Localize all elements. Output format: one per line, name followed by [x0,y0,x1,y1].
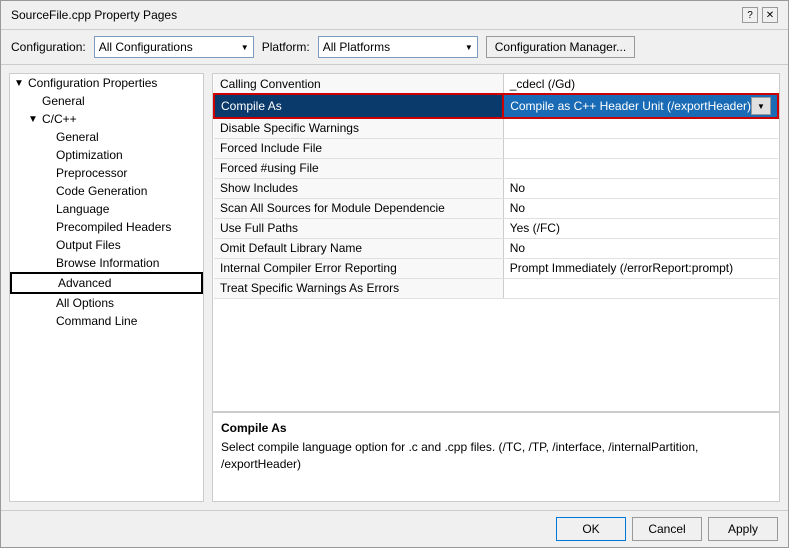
sidebar-item-cpp[interactable]: ▼ C/C++ [10,110,203,128]
sidebar-item-browse-info[interactable]: Browse Information [10,254,203,272]
main-content: ▼ Configuration Properties General ▼ C/C… [1,65,788,510]
cancel-button[interactable]: Cancel [632,517,702,541]
sidebar-item-label: General [56,130,99,144]
prop-value [503,278,778,298]
sidebar-item-label: Precompiled Headers [56,220,171,234]
sidebar-item-label: Command Line [56,314,137,328]
compile-as-value-cell: Compile as C++ Header Unit (/exportHeade… [510,97,771,115]
properties-table: Calling Convention _cdecl (/Gd) Compile … [213,74,779,411]
prop-value: Prompt Immediately (/errorReport:prompt) [503,258,778,278]
sidebar-item-label: General [42,94,85,108]
prop-name: Omit Default Library Name [214,238,503,258]
table-row[interactable]: Treat Specific Warnings As Errors [214,278,778,298]
prop-name: Treat Specific Warnings As Errors [214,278,503,298]
ok-button[interactable]: OK [556,517,626,541]
toolbar: Configuration: All Configurations ▼ Plat… [1,30,788,65]
compile-as-dropdown-button[interactable]: ▼ [751,97,771,115]
sidebar-item-preprocessor[interactable]: Preprocessor [10,164,203,182]
info-panel: Compile As Select compile language optio… [213,411,779,501]
configuration-dropdown[interactable]: All Configurations ▼ [94,36,254,58]
table-row-compile-as[interactable]: Compile As Compile as C++ Header Unit (/… [214,94,778,118]
prop-name: Use Full Paths [214,218,503,238]
prop-name: Disable Specific Warnings [214,118,503,138]
property-pages-dialog: SourceFile.cpp Property Pages ? ✕ Config… [0,0,789,548]
info-description: Select compile language option for .c an… [221,439,771,473]
prop-value: No [503,198,778,218]
properties-panel: Calling Convention _cdecl (/Gd) Compile … [212,73,780,502]
sidebar-item-label: Advanced [58,276,111,290]
prop-name: Forced #using File [214,158,503,178]
sidebar-item-optimization[interactable]: Optimization [10,146,203,164]
sidebar-item-precompiled[interactable]: Precompiled Headers [10,218,203,236]
table-row[interactable]: Internal Compiler Error Reporting Prompt… [214,258,778,278]
sidebar-item-label: Preprocessor [56,166,127,180]
sidebar-item-general[interactable]: General [10,92,203,110]
prop-value: Compile as C++ Header Unit (/exportHeade… [503,94,778,118]
table-row[interactable]: Calling Convention _cdecl (/Gd) [214,74,778,94]
sidebar-item-label: Output Files [56,238,121,252]
dialog-footer: OK Cancel Apply [1,510,788,547]
apply-button[interactable]: Apply [708,517,778,541]
sidebar-item-label: C/C++ [42,112,77,126]
prop-value [503,118,778,138]
sidebar-item-all-options[interactable]: All Options [10,294,203,312]
prop-value [503,138,778,158]
platform-value: All Platforms [323,40,390,54]
prop-name: Internal Compiler Error Reporting [214,258,503,278]
prop-value: Yes (/FC) [503,218,778,238]
sidebar-item-label: All Options [56,296,114,310]
config-value: All Configurations [99,40,193,54]
sidebar-item-advanced[interactable]: Advanced [10,272,203,294]
expand-icon: ▼ [28,114,42,125]
config-label: Configuration: [11,40,86,54]
sidebar-item-language[interactable]: Language [10,200,203,218]
prop-name: Show Includes [214,178,503,198]
sidebar-item-label: Browse Information [56,256,159,270]
title-bar: SourceFile.cpp Property Pages ? ✕ [1,1,788,30]
prop-name: Scan All Sources for Module Dependencie [214,198,503,218]
sidebar-item-label: Language [56,202,109,216]
sidebar-item-output-files[interactable]: Output Files [10,236,203,254]
prop-name: Calling Convention [214,74,503,94]
platform-dropdown[interactable]: All Platforms ▼ [318,36,478,58]
prop-name: Compile As [214,94,503,118]
sidebar-item-label: Optimization [56,148,123,162]
sidebar-item-command-line[interactable]: Command Line [10,312,203,330]
table-row[interactable]: Forced #using File [214,158,778,178]
prop-value: No [503,238,778,258]
prop-value: _cdecl (/Gd) [503,74,778,94]
platform-label: Platform: [262,40,310,54]
compile-as-value: Compile as C++ Header Unit (/exportHeade… [510,99,751,113]
info-title: Compile As [221,421,771,435]
table-row[interactable]: Show Includes No [214,178,778,198]
sidebar-item-code-gen[interactable]: Code Generation [10,182,203,200]
help-button[interactable]: ? [742,7,758,23]
sidebar-tree: ▼ Configuration Properties General ▼ C/C… [9,73,204,502]
prop-name: Forced Include File [214,138,503,158]
sidebar-item-label: Configuration Properties [28,76,157,90]
sidebar-item-config-props[interactable]: ▼ Configuration Properties [10,74,203,92]
table-row[interactable]: Omit Default Library Name No [214,238,778,258]
table-row[interactable]: Scan All Sources for Module Dependencie … [214,198,778,218]
title-bar-controls: ? ✕ [742,7,778,23]
sidebar-item-label: Code Generation [56,184,147,198]
table-row[interactable]: Use Full Paths Yes (/FC) [214,218,778,238]
config-manager-button[interactable]: Configuration Manager... [486,36,635,58]
sidebar-item-cpp-general[interactable]: General [10,128,203,146]
prop-value [503,158,778,178]
table-row[interactable]: Forced Include File [214,138,778,158]
config-dropdown-arrow: ▼ [241,43,249,52]
close-button[interactable]: ✕ [762,7,778,23]
prop-value: No [503,178,778,198]
expand-icon: ▼ [14,78,28,89]
dialog-title: SourceFile.cpp Property Pages [11,8,177,22]
table-row[interactable]: Disable Specific Warnings [214,118,778,138]
platform-dropdown-arrow: ▼ [465,43,473,52]
